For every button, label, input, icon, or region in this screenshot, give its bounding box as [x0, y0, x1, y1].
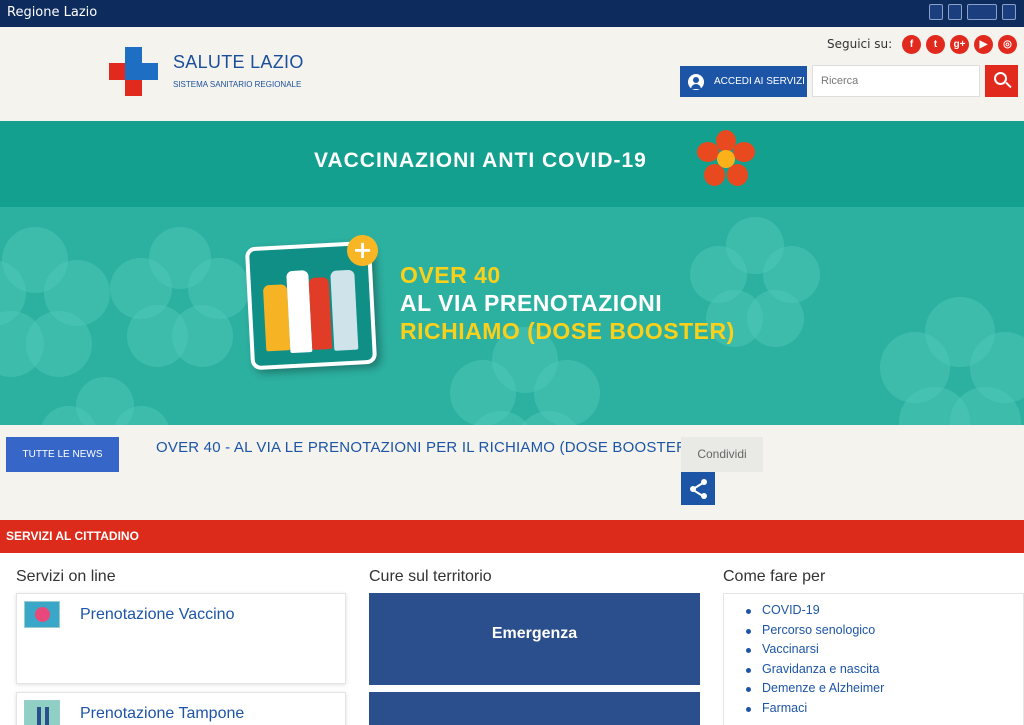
- eu-flag-icon[interactable]: [929, 4, 943, 20]
- news-headline[interactable]: OVER 40 - AL VIA LE PRENOTAZIONI PER IL …: [156, 439, 692, 456]
- howto-title: Come fare per: [723, 568, 826, 585]
- share-button[interactable]: [681, 472, 715, 505]
- banner-line-1: OVER 40: [400, 262, 501, 288]
- howto-list: COVID-19 Percorso senologico Vaccinarsi …: [723, 593, 1024, 725]
- user-icon: [688, 73, 704, 90]
- emergency-tile[interactable]: Emergenza: [369, 593, 700, 685]
- howto-item-farmaci[interactable]: Farmaci: [746, 701, 1023, 721]
- test-tube-icon: [24, 700, 60, 725]
- youtube-icon[interactable]: ▶: [974, 35, 993, 54]
- facebook-icon[interactable]: f: [902, 35, 921, 54]
- background-flower-icon: [110, 227, 250, 367]
- share-label: Condividi: [681, 437, 763, 472]
- regione-lazio-logo-icon[interactable]: [967, 4, 997, 20]
- services-section: Servizi on line Prenotazione Vaccino Pre…: [0, 553, 1024, 725]
- service-card-vaccino[interactable]: Prenotazione Vaccino: [16, 593, 346, 684]
- services-section-title: SERVIZI AL CITTADINO: [0, 520, 1024, 553]
- background-flower-icon: [880, 297, 1024, 425]
- salute-lazio-logo-icon[interactable]: [109, 47, 158, 96]
- site-header: SALUTE LAZIO SISTEMA SANITARIO REGIONALE…: [0, 27, 1024, 107]
- background-flower-icon: [0, 227, 110, 377]
- banner-title: VACCINAZIONI ANTI COVID-19: [314, 149, 647, 172]
- background-flower-icon: [40, 377, 170, 425]
- top-bar: Regione Lazio: [0, 0, 1024, 27]
- service-label: Prenotazione Vaccino: [80, 606, 235, 623]
- region-link[interactable]: Regione Lazio: [7, 5, 97, 20]
- site-title[interactable]: SALUTE LAZIO: [173, 52, 304, 73]
- flower-icon: [697, 130, 755, 188]
- online-services-title: Servizi on line: [16, 568, 116, 585]
- howto-item-covid[interactable]: COVID-19: [746, 603, 1023, 623]
- twitter-icon[interactable]: t: [926, 35, 945, 54]
- banner-image[interactable]: + OVER 40 AL VIA PRENOTAZIONI RICHIAMO (…: [0, 207, 1024, 425]
- service-card-tampone[interactable]: Prenotazione Tampone: [16, 692, 346, 725]
- site-subtitle: SISTEMA SANITARIO REGIONALE: [173, 80, 302, 89]
- republic-emblem-icon[interactable]: [948, 4, 962, 20]
- instagram-icon[interactable]: ◎: [998, 35, 1017, 54]
- search-input[interactable]: [812, 65, 980, 97]
- vaccine-flower-icon: [24, 601, 60, 628]
- banner-line-2: AL VIA PRENOTAZIONI: [400, 290, 663, 316]
- search-button[interactable]: [985, 65, 1018, 97]
- service-label: Prenotazione Tampone: [80, 705, 245, 722]
- care-tile[interactable]: [369, 692, 700, 725]
- follow-label: Seguici su:: [827, 37, 893, 51]
- accedi-servizi-button[interactable]: ACCEDI AI SERVIZI: [680, 66, 807, 97]
- howto-item-gravidanza[interactable]: Gravidanza e nascita: [746, 662, 1023, 682]
- accedi-servizi-label: ACCEDI AI SERVIZI: [714, 76, 805, 87]
- googleplus-icon[interactable]: g+: [950, 35, 969, 54]
- banner-line-3: RICHIAMO (DOSE BOOSTER): [400, 318, 735, 344]
- plus-icon: +: [347, 235, 378, 266]
- howto-item-demenze[interactable]: Demenze e Alzheimer: [746, 681, 1023, 701]
- institution-logos: [929, 4, 1016, 20]
- region-crest-icon[interactable]: [1002, 4, 1016, 20]
- howto-item-senologico[interactable]: Percorso senologico: [746, 623, 1023, 643]
- howto-item-vaccinarsi[interactable]: Vaccinarsi: [746, 642, 1023, 662]
- banner-header[interactable]: VACCINAZIONI ANTI COVID-19: [0, 121, 1024, 207]
- care-title: Cure sul territorio: [369, 568, 492, 585]
- all-news-button[interactable]: TUTTE LE NEWS: [6, 437, 119, 472]
